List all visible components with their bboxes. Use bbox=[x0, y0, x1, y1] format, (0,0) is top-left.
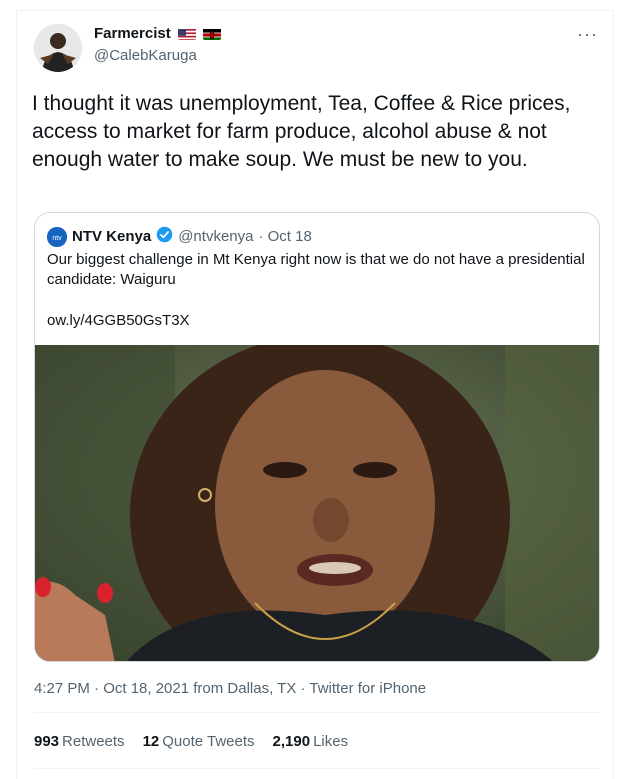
quoted-photo[interactable] bbox=[35, 335, 599, 661]
quoted-text: Our biggest challenge in Mt Kenya right … bbox=[47, 251, 585, 288]
avatar[interactable] bbox=[34, 24, 82, 72]
retweets-stat[interactable]: 993 Retweets bbox=[34, 733, 125, 750]
tweet-timestamp[interactable]: 4:27 PM · Oct 18, 2021 from Dallas, TX ·… bbox=[34, 680, 426, 697]
quoted-author-handle: @ntvkenya bbox=[178, 228, 254, 245]
ntv-logo-icon: ntv bbox=[47, 226, 67, 247]
quoted-tweet[interactable]: ntv NTV Kenya @ntvkenya · Oct 18 Our big… bbox=[34, 212, 600, 662]
svg-text:ntv: ntv bbox=[52, 235, 62, 242]
more-icon[interactable]: ··· bbox=[577, 24, 598, 45]
quote-tweets-stat[interactable]: 12 Quote Tweets bbox=[143, 733, 255, 750]
quoted-header: ntv NTV Kenya @ntvkenya · Oct 18 bbox=[47, 226, 312, 247]
quoted-date: · Oct 18 bbox=[258, 228, 312, 245]
kenya-flag-icon bbox=[202, 28, 221, 40]
author-handle[interactable]: @CalebKaruga bbox=[94, 47, 197, 64]
likes-stat[interactable]: 2,190 Likes bbox=[273, 733, 349, 750]
quoted-link[interactable]: ow.ly/4GGB50GsT3X bbox=[47, 312, 190, 329]
divider bbox=[34, 712, 600, 713]
divider bbox=[34, 768, 600, 769]
tweet-text: I thought it was unemployment, Tea, Coff… bbox=[32, 92, 571, 171]
author-name[interactable]: Farmercist bbox=[94, 25, 171, 42]
quoted-author-name: NTV Kenya bbox=[72, 228, 152, 245]
author-row: Farmercist bbox=[94, 25, 221, 42]
engagement-stats: 993 Retweets 12 Quote Tweets 2,190 Likes bbox=[34, 733, 348, 750]
verified-badge-icon bbox=[156, 226, 173, 247]
us-flag-icon bbox=[177, 28, 196, 40]
